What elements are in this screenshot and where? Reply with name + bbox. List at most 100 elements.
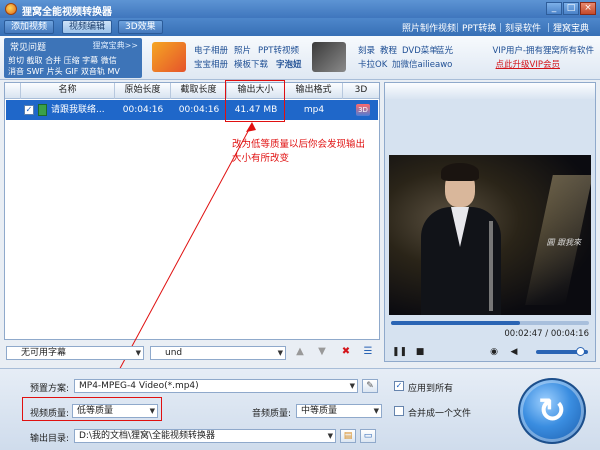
- list-menu-icon[interactable]: ☰: [362, 346, 374, 358]
- apply-all-label: 应用到所有: [408, 384, 454, 394]
- window-title: 狸窝全能视频转换器: [22, 7, 112, 18]
- volume-icon[interactable]: ◀: [508, 346, 520, 358]
- annotation-text: 改为低等质量以后你会发现输出大小有所改变: [232, 139, 366, 164]
- chevron-down-icon: ▼: [327, 432, 333, 440]
- preview-header: [385, 83, 595, 99]
- faq-topics-line1[interactable]: 剪切 截取 合并 压缩 字幕 微信: [8, 55, 117, 66]
- video-preview[interactable]: 圓 跟我來: [389, 155, 591, 315]
- menu-bar: 添加视频 视频编辑 3D效果 照片制作视频 PPT转换 刻录软件 狸窝宝典: [0, 18, 600, 36]
- col-3d[interactable]: 3D: [343, 83, 379, 99]
- pause-icon[interactable]: ❚❚: [392, 346, 407, 358]
- video-watermark: 圓 跟我來: [546, 238, 581, 247]
- preset-select[interactable]: MP4-MPEG-4 Video(*.mp4) ▼: [74, 379, 358, 393]
- audio-quality-value: 中等质量: [301, 406, 338, 416]
- subtitle-value: 无可用字幕: [21, 348, 67, 358]
- promo-baby-link[interactable]: 宝宝相册: [194, 58, 228, 70]
- vip-info-text: VIP用户-拥有狸窝所有软件: [492, 46, 594, 56]
- promo-banner: 常见问题 狸窝宝典>> 剪切 截取 合并 压缩 字幕 微信 消音 SWF 片头 …: [0, 36, 600, 80]
- promo-album-link[interactable]: 电子相册: [194, 44, 228, 56]
- move-down-icon[interactable]: ▼: [316, 346, 328, 358]
- col-name[interactable]: 名称: [21, 83, 115, 99]
- row-clip-length: 00:04:16: [178, 105, 220, 115]
- ppt-convert-link[interactable]: PPT转换: [462, 21, 496, 34]
- dvd-promo-icon[interactable]: [312, 42, 346, 72]
- vip-upgrade-link[interactable]: 点此升级VIP会员: [496, 58, 560, 70]
- col-original-length[interactable]: 原始长度: [115, 83, 171, 99]
- maximize-button[interactable]: □: [563, 2, 579, 15]
- chevron-down-icon: ▼: [349, 382, 355, 390]
- app-logo-icon: [5, 3, 17, 15]
- file-list-header: 名称 原始长度 截取长度 输出大小 输出格式 3D: [5, 83, 379, 99]
- col-clip-length[interactable]: 截取长度: [171, 83, 227, 99]
- promo-dvdmenu-link[interactable]: DVD菜单: [402, 44, 438, 56]
- seek-bar[interactable]: [391, 321, 589, 325]
- open-folder-icon[interactable]: ▭: [360, 429, 376, 443]
- 3d-icon[interactable]: 3D: [356, 104, 370, 116]
- output-dir-label: 输出目录:: [30, 434, 70, 444]
- menu-divider: [457, 23, 458, 32]
- microphone-stand: [489, 221, 493, 311]
- audio-track-select[interactable]: und ▼: [150, 346, 286, 360]
- menu-divider: [500, 23, 501, 32]
- output-size-highlight: [225, 80, 285, 122]
- table-row[interactable]: ✓ 请跟我联络... 00:04:16 00:04:16 41.47 MB mp…: [6, 100, 378, 120]
- promo-ppt-link[interactable]: PPT转视频: [258, 44, 299, 56]
- audio-quality-select[interactable]: 中等质量 ▼: [296, 404, 382, 418]
- seek-progress: [391, 321, 520, 325]
- promo-bluray-link[interactable]: 蓝光: [436, 44, 453, 56]
- promo-wechat-link[interactable]: 加微信ailieawo: [392, 58, 452, 70]
- photo-video-link[interactable]: 照片制作视频: [402, 21, 456, 34]
- menu-divider: [548, 23, 549, 32]
- audio-track-value: und: [165, 348, 183, 358]
- promo-karaoke-link[interactable]: 卡拉OK: [358, 58, 387, 70]
- promo-tutorial-link[interactable]: 教程: [380, 44, 397, 56]
- chevron-down-icon: ▼: [135, 349, 141, 357]
- delete-icon[interactable]: ✖: [340, 346, 352, 358]
- output-dir-value: D:\我的文档\狸窝\全能视频转换器: [79, 431, 216, 441]
- volume-slider[interactable]: [536, 347, 588, 356]
- ppt-promo-icon[interactable]: [152, 42, 186, 72]
- camera-icon[interactable]: ◉: [488, 346, 500, 358]
- 3d-effect-tab[interactable]: 3D效果: [118, 20, 163, 34]
- subtitle-select[interactable]: 无可用字幕 ▼: [6, 346, 144, 360]
- file-list: 名称 原始长度 截取长度 输出大小 输出格式 3D ✓ 请跟我联络... 00:…: [4, 82, 380, 340]
- col-output-format[interactable]: 输出格式: [285, 83, 343, 99]
- preset-value: MP4-MPEG-4 Video(*.mp4): [79, 381, 199, 391]
- faq-topics-line2[interactable]: 消音 SWF 片头 GIF 双音轨 MV: [8, 66, 120, 77]
- convert-button[interactable]: ↻: [518, 378, 586, 444]
- video-edit-tab[interactable]: 视频编辑: [62, 20, 113, 34]
- volume-knob[interactable]: [576, 347, 585, 356]
- apply-all-checkbox[interactable]: ✓: [394, 381, 404, 391]
- minimize-button[interactable]: _: [546, 2, 562, 15]
- video-quality-highlight: [22, 397, 162, 421]
- promo-zipaoniu-link[interactable]: 字泡妞: [276, 58, 302, 70]
- faq-title: 常见问题: [10, 43, 47, 53]
- chevron-down-icon: ▼: [373, 407, 379, 415]
- convert-icon: ↻: [537, 391, 567, 431]
- video-file-icon: [38, 104, 47, 116]
- close-button[interactable]: ×: [580, 2, 596, 15]
- add-video-tab[interactable]: 添加视频: [4, 20, 55, 34]
- stop-icon[interactable]: ■: [414, 346, 426, 358]
- liwo-guide-link[interactable]: 狸窝宝典: [553, 21, 589, 34]
- promo-template-link[interactable]: 模板下载: [234, 58, 268, 70]
- header-spacer: [5, 83, 21, 99]
- merge-checkbox[interactable]: [394, 406, 404, 416]
- folder-icon[interactable]: ▤: [340, 429, 356, 443]
- wrench-icon[interactable]: ✎: [362, 379, 378, 393]
- move-up-icon[interactable]: ▲: [294, 346, 306, 358]
- chevron-down-icon: ▼: [277, 349, 283, 357]
- promo-burn-link[interactable]: 刻录: [358, 44, 375, 56]
- faq-more-link[interactable]: 狸窝宝典>>: [93, 40, 138, 51]
- merge-label: 合并成一个文件: [408, 409, 472, 419]
- preset-label: 预置方案:: [30, 384, 70, 394]
- faq-panel: 常见问题 狸窝宝典>> 剪切 截取 合并 压缩 字幕 微信 消音 SWF 片头 …: [4, 38, 142, 78]
- audio-quality-label: 音频质量:: [252, 409, 292, 419]
- output-dir-input[interactable]: D:\我的文档\狸窝\全能视频转换器 ▼: [74, 429, 336, 443]
- list-toolbar: 无可用字幕 ▼ und ▼ ▲ ▼ ✖ ☰: [4, 344, 380, 362]
- row-original-length: 00:04:16: [122, 105, 164, 115]
- title-bar: 狸窝全能视频转换器 _ □ ×: [0, 0, 600, 18]
- row-checkbox[interactable]: ✓: [24, 105, 34, 115]
- promo-photo-link[interactable]: 照片: [234, 44, 251, 56]
- burn-software-link[interactable]: 刻录软件: [505, 21, 541, 34]
